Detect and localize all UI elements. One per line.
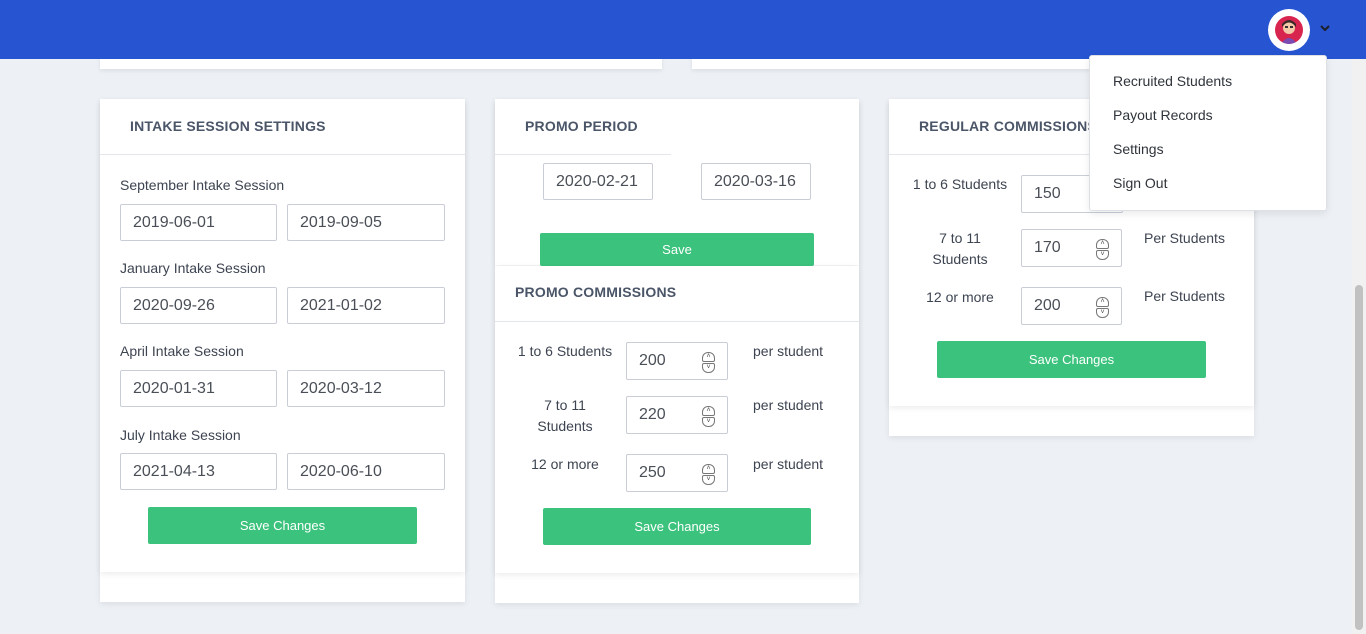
commission-number-input[interactable]: 250 ˄ ˅ bbox=[626, 454, 728, 492]
commission-number-input[interactable]: 170 ˄ ˅ bbox=[1021, 229, 1122, 267]
promo-start-date-input[interactable] bbox=[543, 163, 653, 200]
spin-down-icon[interactable]: ˅ bbox=[1096, 308, 1109, 318]
session-label: July Intake Session bbox=[120, 427, 241, 443]
commission-value: 200 bbox=[639, 352, 666, 369]
session-end-input[interactable] bbox=[287, 370, 445, 407]
spin-down-icon[interactable]: ˅ bbox=[1096, 250, 1109, 260]
divider bbox=[495, 154, 671, 155]
number-spinner[interactable]: ˄ ˅ bbox=[702, 352, 715, 373]
commission-value: 220 bbox=[639, 406, 666, 423]
tier-unit: Per Students bbox=[1144, 288, 1225, 304]
user-dropdown-menu: Recruited Students Payout Records Settin… bbox=[1089, 55, 1327, 211]
card-title: PROMO PERIOD bbox=[525, 118, 638, 134]
commission-number-input[interactable]: 200 ˄ ˅ bbox=[1021, 287, 1122, 325]
session-start-input[interactable] bbox=[120, 370, 277, 407]
session-start-input[interactable] bbox=[120, 204, 277, 241]
save-changes-button[interactable]: Save Changes bbox=[543, 508, 811, 545]
spin-up-icon[interactable]: ˄ bbox=[702, 406, 715, 416]
spin-up-icon[interactable]: ˄ bbox=[702, 464, 715, 474]
card-title: REGULAR COMMISSIONS bbox=[919, 118, 1098, 134]
commission-value: 170 bbox=[1034, 239, 1061, 256]
commission-number-input[interactable]: 220 ˄ ˅ bbox=[626, 396, 728, 434]
commission-value: 200 bbox=[1034, 297, 1061, 314]
spin-up-icon[interactable]: ˄ bbox=[1096, 239, 1109, 249]
commission-value: 150 bbox=[1034, 185, 1061, 202]
divider bbox=[100, 154, 465, 155]
promo-commissions-card: PROMO COMMISSIONS 1 to 6 Students 200 ˄ ˅… bbox=[495, 266, 859, 573]
tier-label: 1 to 6 Students bbox=[517, 343, 613, 359]
number-spinner[interactable]: ˄ ˅ bbox=[1096, 239, 1109, 260]
session-label: April Intake Session bbox=[120, 343, 244, 359]
promo-period-card: PROMO PERIOD Save bbox=[495, 99, 859, 266]
menu-item-recruited-students[interactable]: Recruited Students bbox=[1113, 73, 1232, 89]
tier-unit: per student bbox=[753, 397, 824, 413]
card-title: INTAKE SESSION SETTINGS bbox=[130, 118, 326, 134]
tier-label: 12 or more bbox=[531, 456, 599, 472]
session-end-input[interactable] bbox=[287, 204, 445, 241]
spin-down-icon[interactable]: ˅ bbox=[702, 475, 715, 485]
number-spinner[interactable]: ˄ ˅ bbox=[702, 406, 715, 427]
session-start-input[interactable] bbox=[120, 453, 277, 490]
save-changes-button[interactable]: Save Changes bbox=[148, 507, 417, 544]
promo-end-date-input[interactable] bbox=[701, 163, 811, 200]
tier-label: 7 to 11 Students bbox=[932, 230, 988, 267]
number-spinner[interactable]: ˄ ˅ bbox=[702, 464, 715, 485]
number-spinner[interactable]: ˄ ˅ bbox=[1096, 297, 1109, 318]
tier-label: 1 to 6 Students bbox=[912, 176, 1008, 192]
top-navbar bbox=[0, 0, 1366, 59]
save-button[interactable]: Save bbox=[540, 233, 814, 266]
session-end-input[interactable] bbox=[287, 453, 445, 490]
scrollbar-thumb[interactable] bbox=[1355, 285, 1363, 630]
spin-up-icon[interactable]: ˄ bbox=[1096, 297, 1109, 307]
menu-item-payout-records[interactable]: Payout Records bbox=[1113, 107, 1213, 123]
user-avatar-button[interactable] bbox=[1268, 9, 1310, 51]
avatar bbox=[1275, 16, 1303, 44]
menu-item-settings[interactable]: Settings bbox=[1113, 141, 1164, 157]
card-title: PROMO COMMISSIONS bbox=[515, 284, 677, 300]
commission-number-input[interactable]: 200 ˄ ˅ bbox=[626, 342, 728, 380]
spin-up-icon[interactable]: ˄ bbox=[702, 352, 715, 362]
chevron-down-icon[interactable] bbox=[1318, 21, 1332, 35]
tier-label: 12 or more bbox=[926, 289, 994, 305]
tier-label: 7 to 11 Students bbox=[537, 397, 593, 434]
menu-item-sign-out[interactable]: Sign Out bbox=[1113, 175, 1167, 191]
spin-down-icon[interactable]: ˅ bbox=[702, 417, 715, 427]
session-label: September Intake Session bbox=[120, 177, 285, 193]
save-changes-button[interactable]: Save Changes bbox=[937, 341, 1206, 378]
tier-unit: Per Students bbox=[1144, 230, 1225, 246]
session-label: January Intake Session bbox=[120, 260, 266, 276]
commission-value: 250 bbox=[639, 464, 666, 481]
spin-down-icon[interactable]: ˅ bbox=[702, 363, 715, 373]
tier-unit: per student bbox=[753, 456, 824, 472]
tier-unit: per student bbox=[753, 343, 824, 359]
intake-session-card: INTAKE SESSION SETTINGS September Intake… bbox=[100, 99, 465, 572]
divider bbox=[495, 321, 859, 322]
session-start-input[interactable] bbox=[120, 287, 277, 324]
session-end-input[interactable] bbox=[287, 287, 445, 324]
